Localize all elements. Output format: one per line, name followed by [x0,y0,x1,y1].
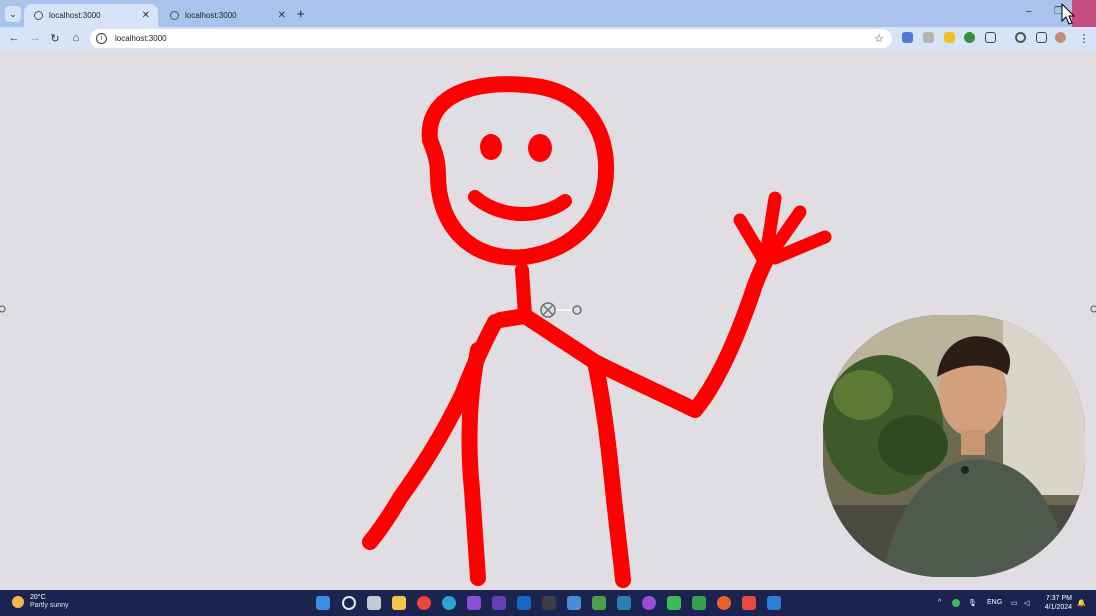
translate-extension-icon[interactable] [902,32,913,43]
back-icon[interactable]: ← [7,32,21,44]
network-icon[interactable]: ▭ [1011,599,1018,607]
google-icon[interactable] [1015,32,1026,43]
clipchamp-icon[interactable] [667,596,681,610]
new-tab-button[interactable]: + [297,6,305,21]
file-explorer-icon[interactable] [392,596,406,610]
partly-sunny-icon [12,596,24,608]
photos-icon[interactable] [617,596,631,610]
weather-widget[interactable]: 20°C Partly sunny [12,594,69,610]
visual-studio-preview-icon[interactable] [492,596,506,610]
extensions-puzzle-icon[interactable] [985,32,996,43]
tray-app-icon[interactable] [952,599,960,607]
eraser-cursor-icon [540,302,582,318]
address-url[interactable]: localhost:3000 [115,34,167,43]
forward-icon[interactable]: → [28,32,42,44]
side-panel-icon[interactable] [1036,32,1047,43]
task-view-icon[interactable] [367,596,381,610]
weather-description: Partly sunny [30,602,69,609]
tab-title: localhost:3000 [185,11,237,20]
input-language[interactable]: ENG [987,599,1002,606]
site-info-icon[interactable]: i [96,33,107,44]
mouse-cursor-icon [1061,3,1076,25]
app-icon[interactable] [592,596,606,610]
clock-date: 4/1/2024 [1044,604,1072,611]
notes-extension-icon[interactable] [944,32,955,43]
vscode-icon[interactable] [767,596,781,610]
outlook-icon[interactable] [517,596,531,610]
notifications-bell-icon[interactable]: 🔔 [1077,599,1086,607]
home-icon[interactable]: ⌂ [69,32,83,44]
taskbar-clock[interactable]: 7:37 PM 4/1/2024 [1044,594,1072,612]
show-hidden-icons-chevron-icon[interactable]: ^ [938,599,941,606]
tab-close-icon[interactable]: ✕ [278,10,286,21]
tab-close-icon[interactable]: ✕ [142,10,150,21]
green-extension-icon[interactable] [964,32,975,43]
profile-avatar[interactable] [1055,32,1066,43]
tab-localhost-1[interactable]: localhost:3000 ✕ [24,4,158,27]
podcast-app-icon[interactable] [642,596,656,610]
address-bar[interactable]: i localhost:3000 ☆ [90,29,892,48]
search-icon[interactable] [342,596,356,610]
browser-toolbar: ← → ↻ ⌂ i localhost:3000 ☆ ⋮ [0,27,1096,50]
orange-app-icon[interactable] [717,596,731,610]
webcam-overlay [823,315,1085,577]
red-app-icon[interactable] [742,596,756,610]
globe-icon [170,11,179,20]
menu-kebab-icon[interactable]: ⋮ [1077,32,1091,45]
globe-icon [34,11,43,20]
notepad-icon[interactable] [567,596,581,610]
volume-icon[interactable]: ◁ [1024,599,1029,607]
edge-icon[interactable] [442,596,456,610]
resize-handle-right-icon[interactable] [1090,305,1096,313]
tab-localhost-2[interactable]: localhost:3000 ✕ [160,4,294,27]
resize-handle-left-icon[interactable] [0,305,6,313]
tab-search-chevron-icon[interactable]: ⌄ [5,6,21,22]
windows-taskbar: 20°C Partly sunny ^ 🎙 ENG ▭ ◁ 7:37 PM 4/… [0,590,1096,616]
weather-temperature: 20°C [30,594,46,601]
tab-strip: ⌄ localhost:3000 ✕ localhost:3000 ✕ + – … [0,0,1096,27]
visual-studio-icon[interactable] [467,596,481,610]
reload-icon[interactable]: ↻ [48,32,62,45]
start-windows-icon[interactable] [316,596,330,610]
tab-title: localhost:3000 [49,11,101,20]
presenter-video [823,315,1085,577]
microphone-icon[interactable]: 🎙 [968,599,977,607]
clock-time: 7:37 PM [1045,595,1072,602]
terminal-icon[interactable] [542,596,556,610]
minimize-icon[interactable]: – [1026,6,1032,17]
mail-extension-icon[interactable] [923,32,934,43]
bookmark-star-icon[interactable]: ☆ [874,32,884,45]
chrome-icon[interactable] [417,596,431,610]
game-app-icon[interactable] [692,596,706,610]
